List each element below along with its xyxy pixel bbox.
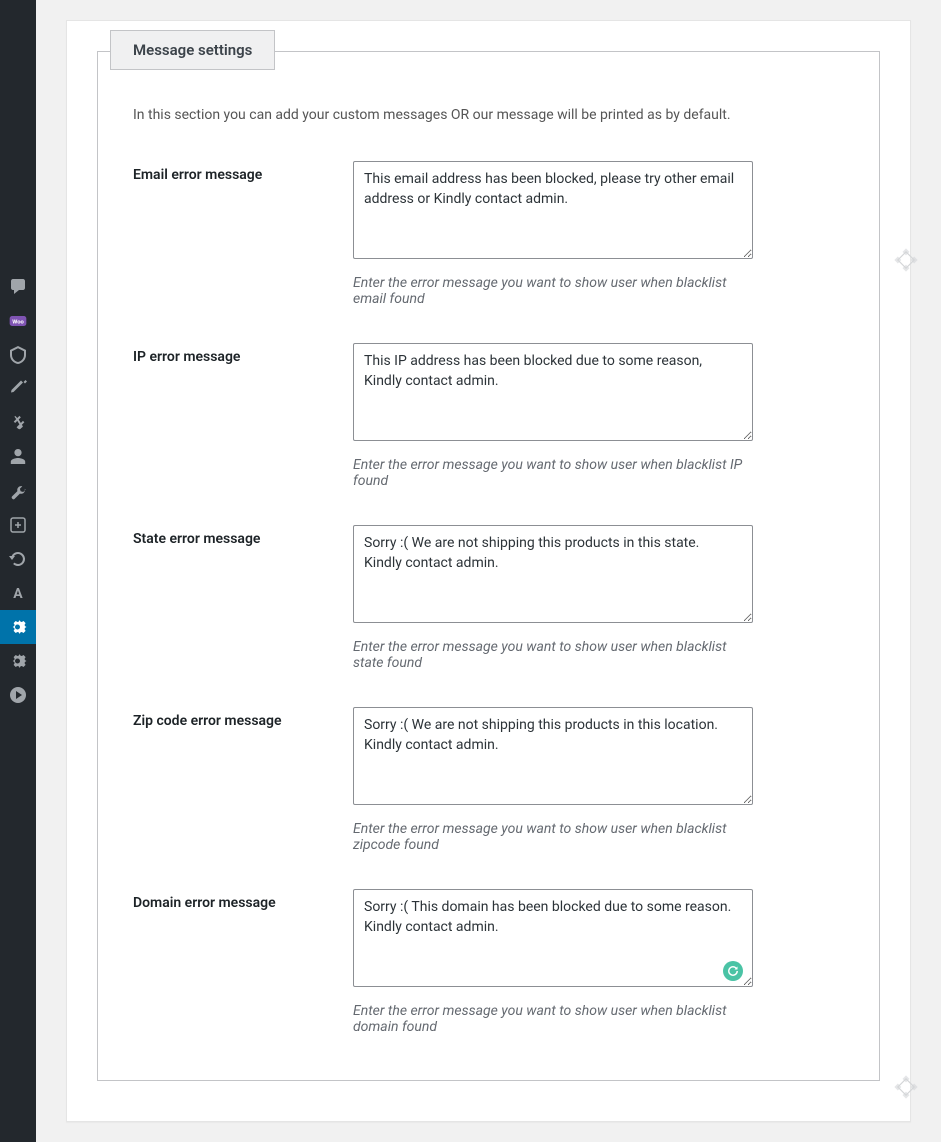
- sidebar-item-extra[interactable]: [0, 508, 36, 542]
- hint-ip: Enter the error message you want to show…: [353, 457, 753, 489]
- field-zip: Sorry :( We are not shipping this produc…: [353, 707, 753, 853]
- textarea-domain[interactable]: Sorry :( This domain has been blocked du…: [353, 889, 753, 987]
- sidebar-item-users[interactable]: [0, 440, 36, 474]
- main-content: Message settings In this section you can…: [36, 0, 941, 1142]
- field-email: This email address has been blocked, ple…: [353, 161, 753, 307]
- row-ip: IP error message This IP address has bee…: [133, 343, 844, 489]
- sidebar-item-tools[interactable]: [0, 474, 36, 508]
- hint-zip: Enter the error message you want to show…: [353, 821, 753, 853]
- sidebar-item-plugins[interactable]: [0, 406, 36, 440]
- sidebar-item-plugin-settings[interactable]: [0, 610, 36, 644]
- row-domain: Domain error message Sorry :( This domai…: [133, 889, 844, 1035]
- sidebar-item-typography[interactable]: A: [0, 576, 36, 610]
- hint-state: Enter the error message you want to show…: [353, 639, 753, 671]
- svg-text:Woo: Woo: [12, 320, 24, 326]
- hint-email: Enter the error message you want to show…: [353, 275, 753, 307]
- textarea-email[interactable]: This email address has been blocked, ple…: [353, 161, 753, 259]
- grammarly-icon[interactable]: [723, 961, 743, 981]
- admin-sidebar: Woo A: [0, 0, 36, 1142]
- sidebar-item-media[interactable]: [0, 678, 36, 712]
- sidebar-item-appearance[interactable]: [0, 372, 36, 406]
- svg-text:A: A: [13, 586, 23, 602]
- sidebar-item-settings[interactable]: [0, 644, 36, 678]
- label-state: State error message: [133, 525, 353, 547]
- sidebar-item-woocommerce[interactable]: Woo: [0, 304, 36, 338]
- label-ip: IP error message: [133, 343, 353, 365]
- fieldset-legend: Message settings: [110, 30, 275, 70]
- message-settings-fieldset: Message settings In this section you can…: [97, 51, 880, 1081]
- label-email: Email error message: [133, 161, 353, 183]
- decorative-diamond-icon: [892, 1073, 920, 1101]
- textarea-ip[interactable]: This IP address has been blocked due to …: [353, 343, 753, 441]
- field-state: Sorry :( We are not shipping this produc…: [353, 525, 753, 671]
- textarea-zip[interactable]: Sorry :( We are not shipping this produc…: [353, 707, 753, 805]
- sidebar-item-refresh[interactable]: [0, 542, 36, 576]
- settings-panel: Message settings In this section you can…: [66, 20, 911, 1122]
- sidebar-item-products[interactable]: [0, 338, 36, 372]
- row-email: Email error message This email address h…: [133, 161, 844, 307]
- label-domain: Domain error message: [133, 889, 353, 911]
- row-zip: Zip code error message Sorry :( We are n…: [133, 707, 844, 853]
- field-domain: Sorry :( This domain has been blocked du…: [353, 889, 753, 1035]
- sidebar-item-comments[interactable]: [0, 270, 36, 304]
- row-state: State error message Sorry :( We are not …: [133, 525, 844, 671]
- label-zip: Zip code error message: [133, 707, 353, 729]
- intro-text: In this section you can add your custom …: [133, 107, 844, 123]
- textarea-state[interactable]: Sorry :( We are not shipping this produc…: [353, 525, 753, 623]
- field-ip: This IP address has been blocked due to …: [353, 343, 753, 489]
- decorative-diamond-icon: [892, 246, 920, 274]
- hint-domain: Enter the error message you want to show…: [353, 1003, 753, 1035]
